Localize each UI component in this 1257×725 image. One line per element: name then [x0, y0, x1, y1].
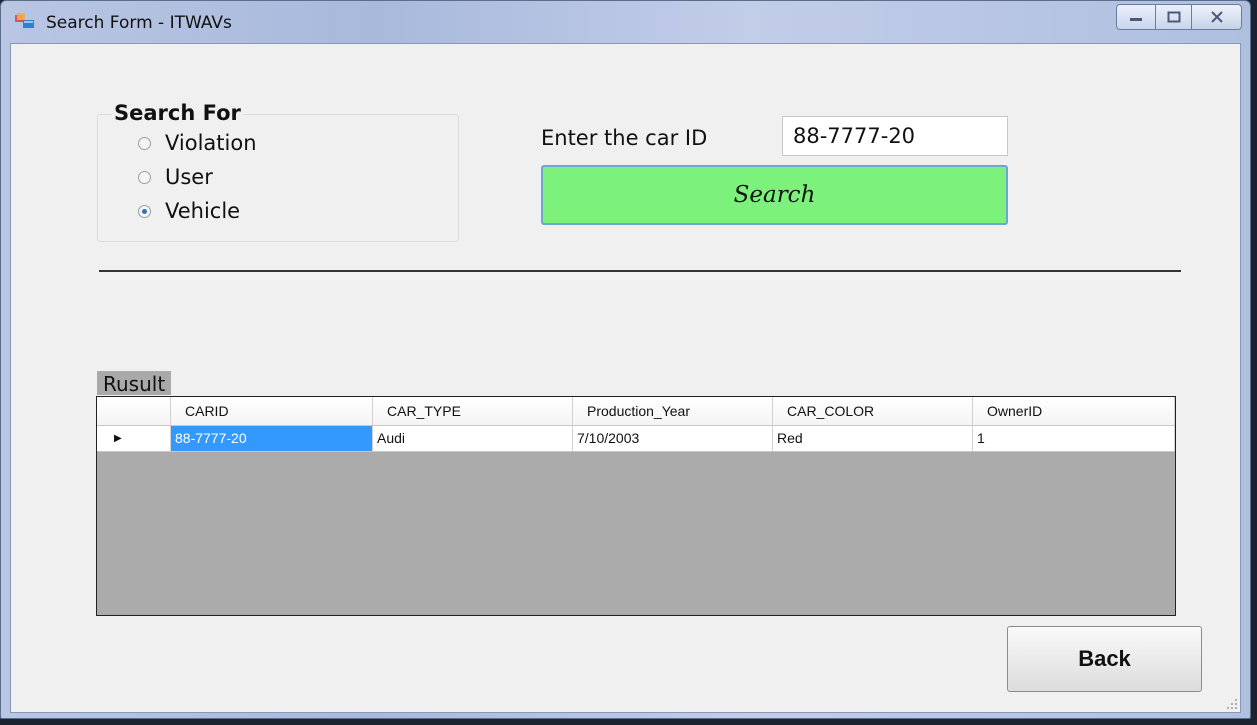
column-header-owner-id[interactable]: OwnerID	[973, 397, 1175, 425]
radio-icon[interactable]	[138, 136, 151, 150]
table-row[interactable]: ▶ 88-7777-20 Audi 7/10/2003 Red 1	[97, 426, 1175, 452]
radio-violation[interactable]: Violation	[138, 131, 257, 155]
minimize-button[interactable]	[1116, 4, 1156, 30]
resize-grip-icon[interactable]	[1226, 698, 1238, 710]
row-header[interactable]: ▶	[97, 426, 171, 451]
separator-line	[99, 270, 1181, 272]
maximize-icon	[1167, 11, 1180, 23]
result-label: Rusult	[97, 371, 172, 396]
grid-header-row: CARID CAR_TYPE Production_Year CAR_COLOR…	[97, 397, 1175, 426]
car-id-input[interactable]: 88-7777-20	[782, 116, 1008, 156]
search-form-window: Search Form - ITWAVs Search For Violatio…	[0, 0, 1251, 719]
search-for-title: Search For	[112, 101, 243, 125]
caption-buttons	[1116, 4, 1242, 30]
form-client-area: Search For Violation User Vehicle Enter …	[10, 43, 1241, 713]
cell-production-year[interactable]: 7/10/2003	[573, 426, 773, 451]
car-id-label: Enter the car ID	[541, 126, 708, 150]
cell-car-color[interactable]: Red	[773, 426, 973, 451]
close-button[interactable]	[1192, 4, 1242, 30]
column-header-car-type[interactable]: CAR_TYPE	[373, 397, 573, 425]
radio-label: Vehicle	[165, 199, 241, 223]
window-title: Search Form - ITWAVs	[46, 13, 232, 33]
search-for-group: Search For Violation User Vehicle	[97, 101, 459, 242]
radio-vehicle[interactable]: Vehicle	[138, 199, 240, 223]
radio-label: User	[165, 165, 213, 189]
result-grid[interactable]: CARID CAR_TYPE Production_Year CAR_COLOR…	[96, 396, 1176, 616]
row-header-corner[interactable]	[97, 397, 171, 425]
radio-checked-icon[interactable]	[138, 204, 151, 218]
title-bar[interactable]: Search Form - ITWAVs	[1, 1, 1250, 43]
maximize-button[interactable]	[1156, 4, 1192, 30]
column-header-carid[interactable]: CARID	[171, 397, 373, 425]
radio-user[interactable]: User	[138, 165, 213, 189]
column-header-car-color[interactable]: CAR_COLOR	[773, 397, 973, 425]
cell-owner-id[interactable]: 1	[973, 426, 1175, 451]
column-header-production-year[interactable]: Production_Year	[573, 397, 773, 425]
search-button[interactable]: Search	[541, 165, 1008, 225]
current-row-icon: ▶	[114, 433, 122, 444]
close-icon	[1210, 11, 1223, 23]
radio-label: Violation	[165, 131, 257, 155]
radio-icon[interactable]	[138, 170, 151, 184]
cell-car-type[interactable]: Audi	[373, 426, 573, 451]
back-button[interactable]: Back	[1007, 626, 1202, 692]
minimize-icon	[1130, 18, 1142, 21]
app-icon	[15, 13, 35, 29]
cell-carid[interactable]: 88-7777-20	[171, 426, 373, 451]
